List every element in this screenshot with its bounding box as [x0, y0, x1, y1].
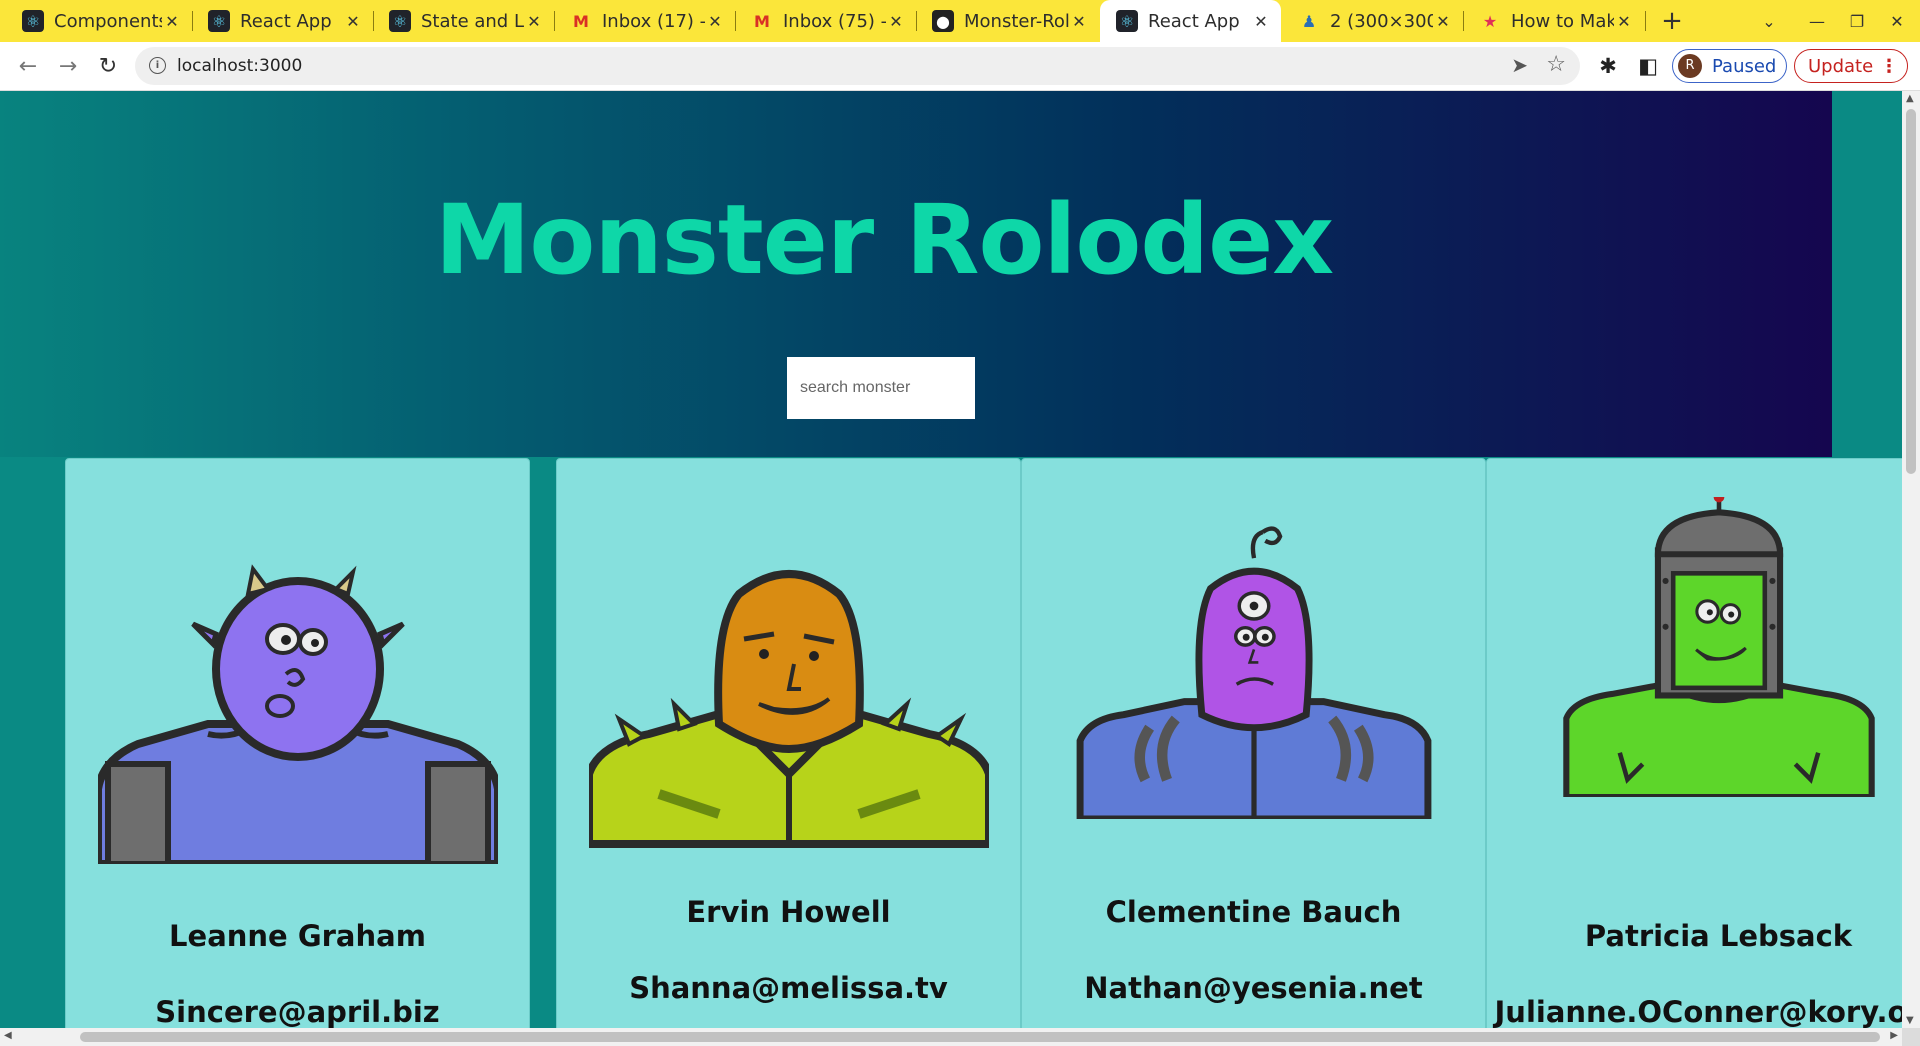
armor-right [425, 761, 491, 864]
tab-state-lifecycle[interactable]: ⚛ State and Lifecycle ✕ [373, 0, 554, 42]
send-icon[interactable]: ➤ [1511, 53, 1528, 77]
site-info-icon[interactable]: i [149, 57, 166, 74]
profile-button[interactable]: R Paused [1672, 49, 1787, 83]
monster-name: Ervin Howell [686, 895, 891, 929]
antenna [1250, 526, 1283, 559]
monster-head [1670, 571, 1768, 691]
close-icon[interactable]: ✕ [343, 12, 363, 31]
scroll-down-icon[interactable]: ▼ [1906, 1015, 1914, 1026]
tab-how-to-make[interactable]: ★ How to Make ✕ [1463, 0, 1644, 42]
reload-icon[interactable]: ↻ [92, 50, 124, 82]
minimize-icon[interactable]: — [1800, 0, 1834, 42]
tab-title: Components and Props [54, 10, 162, 32]
monster-portrait [98, 564, 498, 864]
scroll-left-icon[interactable]: ◀ [4, 1030, 12, 1041]
tab-inbox-17[interactable]: M Inbox (17) - ✕ [554, 0, 735, 42]
tab-react-app-active[interactable]: ⚛ React App ✕ [1100, 0, 1281, 42]
tab-image-300[interactable]: ♟ 2 (300×300) ✕ [1282, 0, 1463, 42]
horizontal-scrollbar[interactable]: ◀ ▶ [0, 1028, 1902, 1046]
scroll-up-icon[interactable]: ▲ [1906, 93, 1914, 104]
monster-name: Clementine Bauch [1105, 895, 1402, 929]
close-icon[interactable]: ✕ [1069, 12, 1089, 31]
tab-strip: ⚛ Components and Props ✕ ⚛ React App ✕ ⚛… [0, 0, 1920, 42]
side-panel-icon[interactable]: ◧ [1632, 50, 1664, 82]
update-button[interactable]: Update ⋮ [1794, 49, 1908, 83]
extensions-icon[interactable]: ✱ [1592, 50, 1624, 82]
restore-icon[interactable]: ❐ [1840, 0, 1874, 42]
github-icon: ● [932, 10, 954, 32]
gmail-icon: M [754, 11, 770, 31]
tab-react-app[interactable]: ⚛ React App ✕ [192, 0, 373, 42]
star-icon: ★ [1482, 11, 1498, 31]
tab-title: Inbox (17) - [602, 10, 705, 32]
tab-title: Monster-Rolodex [964, 10, 1069, 32]
horn [332, 565, 357, 597]
monster-head [714, 570, 864, 754]
tab-monster-rolodex-github[interactable]: ● Monster-Rolodex ✕ [916, 0, 1099, 42]
tab-separator [1645, 11, 1646, 31]
horn [245, 564, 272, 597]
scrollbar-corner [1902, 1028, 1920, 1046]
tab-title: 2 (300×300) [1330, 10, 1433, 32]
tab-title: Inbox (75) - [783, 10, 886, 32]
close-icon[interactable]: ✕ [524, 12, 544, 31]
monster-name: Patricia Lebsack [1584, 919, 1853, 953]
close-icon[interactable]: ✕ [1433, 12, 1453, 31]
monster-card[interactable]: Leanne Graham Sincere@april.biz [65, 458, 530, 1028]
monster-portrait [589, 570, 989, 848]
browser-toolbar: ← → ↻ i localhost:3000 ➤ ☆ ✱ ◧ R Paused … [0, 42, 1920, 91]
tab-components[interactable]: ⚛ Components and Props ✕ [0, 0, 192, 42]
address-bar[interactable]: i localhost:3000 ➤ ☆ [135, 47, 1580, 85]
back-icon[interactable]: ← [12, 50, 44, 82]
tab-title: How to Make [1511, 10, 1614, 32]
close-icon[interactable]: ✕ [886, 12, 906, 31]
monster-email: Shanna@melissa.tv [629, 971, 948, 1005]
react-icon: ⚛ [1116, 10, 1138, 32]
armor-left [105, 761, 171, 864]
search-input[interactable] [787, 357, 975, 419]
scroll-right-icon[interactable]: ▶ [1890, 1030, 1898, 1041]
page-title: Monster Rolodex [434, 184, 1334, 296]
close-window-icon[interactable]: ✕ [1880, 0, 1914, 42]
monster-name: Leanne Graham [169, 919, 426, 953]
forward-icon[interactable]: → [52, 50, 84, 82]
scrollbar-thumb[interactable] [80, 1032, 1880, 1042]
profile-status: Paused [1712, 55, 1777, 77]
bookmark-star-icon[interactable]: ☆ [1546, 52, 1566, 77]
vertical-scrollbar[interactable]: ▲ ▼ [1902, 91, 1920, 1028]
tab-search-icon[interactable]: ⌄ [1752, 0, 1786, 42]
gmail-icon: M [573, 11, 589, 31]
close-icon[interactable]: ✕ [1251, 12, 1271, 31]
scrollbar-thumb[interactable] [1906, 109, 1916, 474]
monster-card[interactable]: Clementine Bauch Nathan@yesenia.net [1021, 458, 1486, 1028]
close-icon[interactable]: ✕ [705, 12, 725, 31]
avatar: R [1678, 54, 1702, 78]
monster-card[interactable]: Patricia Lebsack Julianne.OConner@kory.o… [1486, 458, 1902, 1028]
react-icon: ⚛ [208, 10, 230, 32]
monster-card[interactable]: Ervin Howell Shanna@melissa.tv [556, 458, 1021, 1028]
url-text[interactable]: localhost:3000 [177, 47, 302, 85]
new-tab-button[interactable]: + [1655, 0, 1689, 42]
image-icon: ♟ [1301, 11, 1317, 31]
monster-email: Nathan@yesenia.net [1084, 971, 1423, 1005]
tab-title: React App [1148, 10, 1240, 32]
tab-inbox-75[interactable]: M Inbox (75) - ✕ [735, 0, 916, 42]
close-icon[interactable]: ✕ [1614, 12, 1634, 31]
monster-email: Sincere@april.biz [155, 995, 440, 1028]
react-icon: ⚛ [389, 10, 411, 32]
page-viewport: Monster Rolodex Leanne Graham Sincere@ap… [0, 91, 1902, 1028]
close-icon[interactable]: ✕ [162, 12, 182, 31]
monster-portrait [1563, 497, 1875, 797]
react-icon: ⚛ [22, 10, 44, 32]
tab-title: React App [240, 10, 332, 32]
menu-dots-icon[interactable]: ⋮ [1880, 56, 1898, 77]
update-label: Update [1808, 55, 1874, 77]
tab-title: State and Lifecycle [421, 10, 524, 32]
monster-email: Julianne.OConner@kory.org [1494, 995, 1902, 1028]
monster-portrait [1076, 526, 1432, 819]
